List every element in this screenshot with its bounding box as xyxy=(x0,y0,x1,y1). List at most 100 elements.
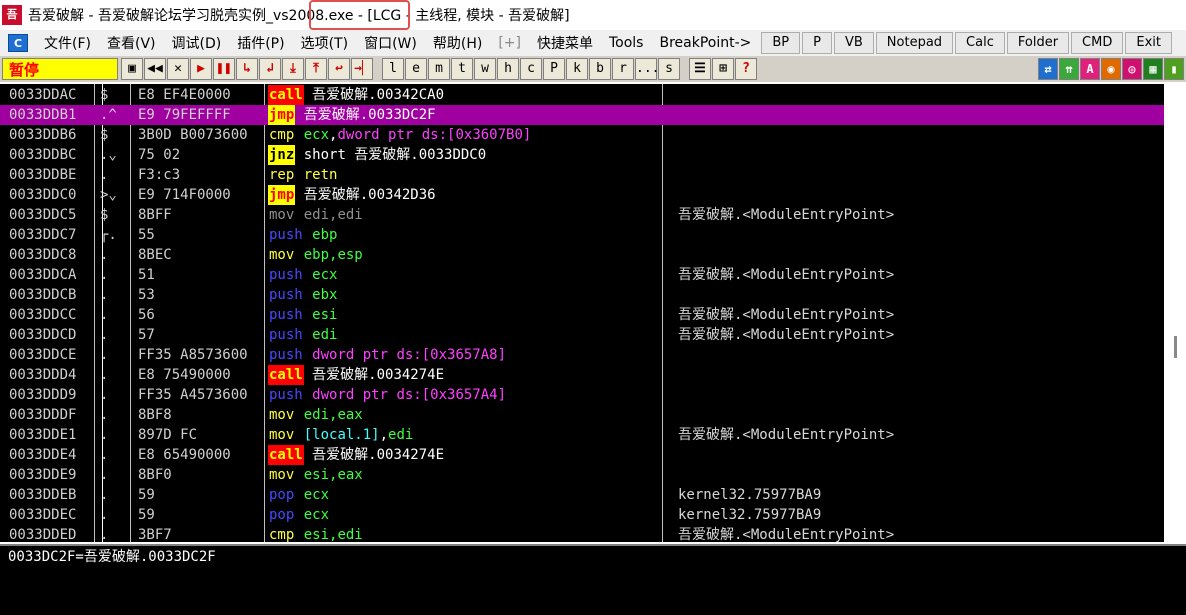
disasm-row[interactable]: 0033DDE4. E8 65490000 call 吾爱破解.0034274E xyxy=(0,445,1164,465)
disasm-row[interactable]: 0033DDD4. E8 75490000 call 吾爱破解.0034274E xyxy=(0,365,1164,385)
debug-button[interactable]: ↩ xyxy=(328,58,350,80)
operand: ebp,esp xyxy=(303,247,363,263)
operand: ebx xyxy=(312,287,338,303)
disassembly-pane[interactable]: 0033DDAC $ E8 EF4E0000 call 吾爱破解.00342CA0 00… xyxy=(0,84,1164,542)
window-button[interactable]: h xyxy=(497,58,519,80)
window-button[interactable]: ... xyxy=(635,58,659,80)
vertical-scrollbar[interactable] xyxy=(1164,84,1186,542)
disasm-row[interactable]: 0033DDB1 .^ E9 79FEFFFF jmp 吾爱破解.0033DC2F xyxy=(0,105,1164,125)
comment: 吾爱破解.<ModuleEntryPoint> xyxy=(678,267,895,283)
menu-item[interactable]: Tools xyxy=(601,35,652,51)
cpu-window-icon[interactable]: C xyxy=(8,34,28,52)
plugin-button[interactable]: ▮ xyxy=(1164,58,1184,80)
window-button[interactable]: t xyxy=(451,58,473,80)
window-button[interactable]: m xyxy=(428,58,450,80)
plugin-button[interactable]: ⇈ xyxy=(1059,58,1079,80)
disasm-row[interactable]: 0033DDDF. 8BF8 mov edi,eax xyxy=(0,405,1164,425)
tool-button[interactable]: CMD xyxy=(1071,32,1124,54)
disasm-row[interactable]: 0033DDEB. 59 pop ecx kernel32.75977BA9 xyxy=(0,485,1164,505)
disasm-row[interactable]: 0033DDEC. 59 pop ecx kernel32.75977BA9 xyxy=(0,505,1164,525)
menu-item[interactable]: 调试(D) xyxy=(164,33,230,53)
debug-button[interactable]: ⤓ xyxy=(282,58,304,80)
debug-button[interactable]: →▏ xyxy=(351,58,373,80)
disassembly: push ecx xyxy=(268,265,337,285)
disasm-row[interactable]: 0033DDE9. 8BF0 mov esi,eax xyxy=(0,465,1164,485)
debug-button[interactable]: ▶ xyxy=(190,58,212,80)
disasm-row[interactable]: 0033DDAC $ E8 EF4E0000 call 吾爱破解.00342CA0 xyxy=(0,85,1164,105)
menu-item[interactable]: 插件(P) xyxy=(229,33,292,53)
disasm-row[interactable]: 0033DDC8. 8BEC mov ebp,esp xyxy=(0,245,1164,265)
menu-item[interactable]: 帮助(H) xyxy=(425,33,490,53)
jump-marker: . xyxy=(100,287,109,303)
window-button[interactable]: k xyxy=(566,58,588,80)
hex-bytes: 3BF7 xyxy=(138,527,172,542)
debug-button[interactable]: ◀◀ xyxy=(144,58,166,80)
menu-item[interactable]: 窗口(W) xyxy=(356,33,425,53)
debug-button[interactable]: ↲ xyxy=(259,58,281,80)
mnemonic: push xyxy=(269,347,303,363)
disasm-row[interactable]: 0033DDC0 >⌄ E9 714F0000 jmp 吾爱破解.00342D36 xyxy=(0,185,1164,205)
mnemonic: push xyxy=(269,287,303,303)
mnemonic: mov xyxy=(269,407,295,423)
menu-item[interactable]: BreakPoint-> xyxy=(651,35,759,51)
window-button[interactable]: b xyxy=(589,58,611,80)
window-button[interactable]: e xyxy=(405,58,427,80)
tool-button[interactable]: Folder xyxy=(1006,32,1070,54)
hex-bytes: 8BEC xyxy=(138,247,172,263)
scroll-thumb[interactable] xyxy=(1174,336,1177,358)
disasm-row[interactable]: 0033DDBE. F3:c3 rep retn xyxy=(0,165,1164,185)
address: 0033DDB6 xyxy=(9,127,77,143)
disasm-row[interactable]: 0033DDC7 ┌. 55 push ebp xyxy=(0,225,1164,245)
menu-item[interactable]: 快捷菜单 xyxy=(529,33,601,53)
disasm-row[interactable]: 0033DDC5 $8BFF mov edi,edi 吾爱破解.<ModuleEntr… xyxy=(0,205,1164,225)
disasm-row[interactable]: 0033DDCA. 51 push ecx 吾爱破解.<ModuleEntryPoin… xyxy=(0,265,1164,285)
tool-button[interactable]: P xyxy=(802,32,832,54)
debug-button[interactable]: ↳ xyxy=(236,58,258,80)
plugin-button[interactable]: ⇄ xyxy=(1038,58,1058,80)
disasm-row[interactable]: 0033DDCD. 57 push edi 吾爱破解.<ModuleEntryPoin… xyxy=(0,325,1164,345)
menu-item[interactable]: 文件(F) xyxy=(36,33,99,53)
toolbar-button[interactable]: ☰ xyxy=(689,58,711,80)
menu-item[interactable]: [+] xyxy=(490,35,529,51)
debug-button[interactable]: ▣ xyxy=(121,58,143,80)
toolbar-button[interactable]: ? xyxy=(735,58,757,80)
disassembly: jmp 吾爱破解.0033DC2F xyxy=(268,105,436,125)
disasm-row[interactable]: 0033DDCB. 53 push ebx xyxy=(0,285,1164,305)
window-button[interactable]: P xyxy=(543,58,565,80)
disasm-row[interactable]: 0033DDED. 3BF7 cmp esi,edi 吾爱破解.<ModuleEntr… xyxy=(0,525,1164,542)
menu-item[interactable]: 选项(T) xyxy=(293,33,356,53)
disasm-row[interactable]: 0033DDBC .⌄ 75 02 jnz short 吾爱破解.0033DDC0 xyxy=(0,145,1164,165)
plugin-button[interactable]: A xyxy=(1080,58,1100,80)
tool-button[interactable]: VB xyxy=(833,32,874,54)
toolbar-button[interactable]: ⊞ xyxy=(712,58,734,80)
debug-button[interactable]: ⤒ xyxy=(305,58,327,80)
menu-item[interactable]: 查看(V) xyxy=(99,33,164,53)
disassembly: call 吾爱破解.0034274E xyxy=(268,445,444,465)
disassembly: mov esi,eax xyxy=(268,465,363,485)
window-button[interactable]: c xyxy=(520,58,542,80)
window-button[interactable]: r xyxy=(612,58,634,80)
disassembly: push dword ptr ds:[0x3657A4] xyxy=(268,385,506,405)
plugin-button[interactable]: ▦ xyxy=(1143,58,1163,80)
mnemonic: rep xyxy=(269,167,295,183)
address: 0033DDEB xyxy=(9,487,77,503)
operand: short 吾爱破解.0033DDC0 xyxy=(303,147,487,163)
plugin-button[interactable]: ◎ xyxy=(1122,58,1142,80)
jump-marker: ┌. xyxy=(100,227,117,243)
plugin-button[interactable]: ◉ xyxy=(1101,58,1121,80)
comment: 吾爱破解.<ModuleEntryPoint> xyxy=(678,327,895,343)
window-button[interactable]: s xyxy=(658,58,680,80)
tool-button[interactable]: Exit xyxy=(1125,32,1172,54)
window-button[interactable]: l xyxy=(382,58,404,80)
debug-button[interactable]: ❚❚ xyxy=(213,58,235,80)
tool-button[interactable]: Calc xyxy=(955,32,1005,54)
disasm-row[interactable]: 0033DDD9. FF35 A4573600 push dword ptr ds:… xyxy=(0,385,1164,405)
debug-button[interactable]: ✕ xyxy=(167,58,189,80)
disasm-row[interactable]: 0033DDCC. 56 push esi 吾爱破解.<ModuleEntryPoin… xyxy=(0,305,1164,325)
tool-button[interactable]: Notepad xyxy=(875,32,954,54)
disasm-row[interactable]: 0033DDB6 $3B0D B0073600 cmp ecx,dword ptr … xyxy=(0,125,1164,145)
disasm-row[interactable]: 0033DDCE. FF35 A8573600 push dword ptr ds:… xyxy=(0,345,1164,365)
tool-button[interactable]: BP xyxy=(761,32,801,54)
disasm-row[interactable]: 0033DDE1. 897D FC mov [local.1],edi 吾爱破解.<M… xyxy=(0,425,1164,445)
window-button[interactable]: w xyxy=(474,58,496,80)
